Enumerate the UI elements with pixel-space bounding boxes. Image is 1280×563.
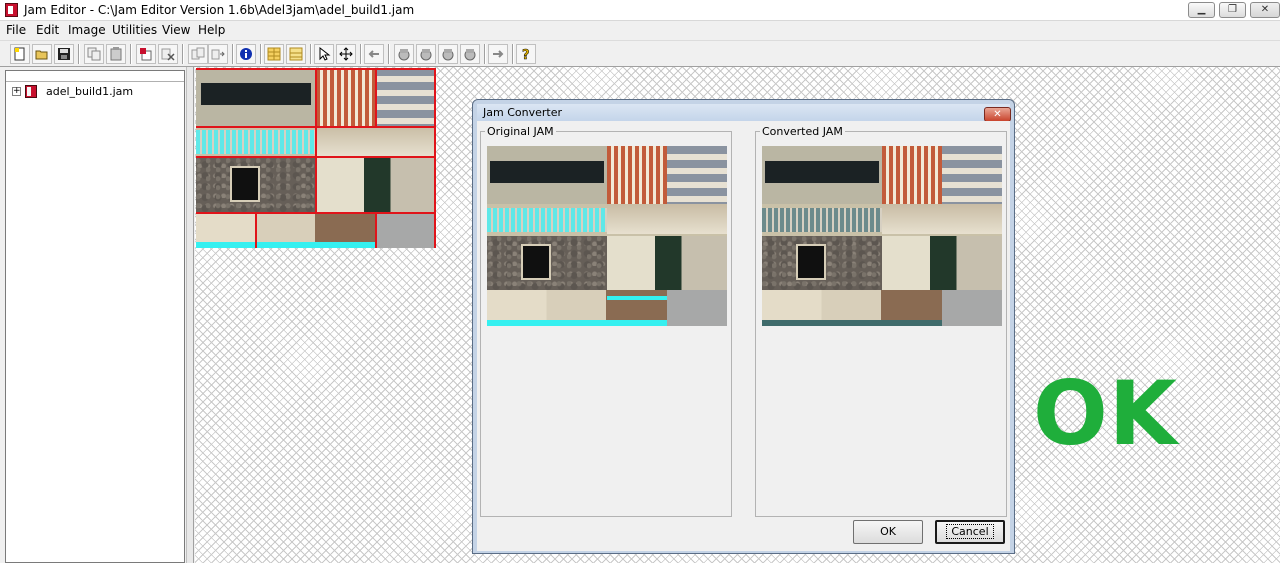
- hand-icon[interactable]: [394, 44, 414, 64]
- cancel-button[interactable]: Cancel: [935, 520, 1005, 544]
- atlas-tile-windows: [196, 68, 316, 126]
- converted-jam-preview: [762, 146, 1002, 326]
- original-jam-label: Original JAM: [485, 125, 556, 138]
- app-icon: [5, 3, 18, 17]
- menu-file[interactable]: File: [6, 23, 26, 37]
- paste-icon[interactable]: [106, 44, 126, 64]
- toolbar-separator: [310, 44, 312, 64]
- menu-view[interactable]: View: [162, 23, 190, 37]
- minimize-button[interactable]: ▁: [1188, 2, 1215, 18]
- original-jam-group: Original JAM: [480, 125, 732, 517]
- ok-stamp-overlay: OK: [1033, 362, 1178, 465]
- save-icon[interactable]: [54, 44, 74, 64]
- restore-button[interactable]: ❐: [1219, 2, 1246, 18]
- toolbar-separator: [232, 44, 234, 64]
- atlas-tile-garden: [316, 158, 436, 212]
- hand4-icon[interactable]: [460, 44, 480, 64]
- tree-item-adel-build1[interactable]: adel_build1.jam: [46, 85, 133, 98]
- texture-atlas-canvas[interactable]: [196, 68, 436, 248]
- file-tree-panel: + adel_build1.jam: [5, 70, 185, 563]
- new-file-icon[interactable]: [10, 44, 30, 64]
- toolbar-separator: [260, 44, 262, 64]
- toolbar-separator: [182, 44, 184, 64]
- window-title: Jam Editor - C:\Jam Editor Version 1.6b\…: [24, 3, 415, 17]
- atlas-tile-door: [376, 212, 436, 248]
- hand2-icon[interactable]: [416, 44, 436, 64]
- atlas-tile-stone-wall: [196, 158, 316, 212]
- dialog-title: Jam Converter: [483, 106, 562, 119]
- ok-button[interactable]: OK: [853, 520, 923, 544]
- original-jam-preview: [487, 146, 727, 326]
- jam-converter-dialog: Jam Converter ✕ Original JAM Converted J: [472, 99, 1015, 554]
- help-icon[interactable]: ?: [516, 44, 536, 64]
- dialog-close-button[interactable]: ✕: [984, 107, 1011, 122]
- copy-icon[interactable]: [84, 44, 104, 64]
- svg-text:?: ?: [522, 48, 530, 61]
- converted-jam-label: Converted JAM: [760, 125, 845, 138]
- tree-header-line: [6, 81, 184, 82]
- grid-alt-icon[interactable]: [286, 44, 306, 64]
- duplicate-icon[interactable]: [188, 44, 208, 64]
- toolbar-separator: [130, 44, 132, 64]
- toolbar-separator: [360, 44, 362, 64]
- menu-image[interactable]: Image: [68, 23, 106, 37]
- move-cross-icon[interactable]: [336, 44, 356, 64]
- move-icon[interactable]: [208, 44, 228, 64]
- open-file-icon[interactable]: [32, 44, 52, 64]
- toolbar-separator: [512, 44, 514, 64]
- atlas-tile-awning: [316, 68, 376, 126]
- arrow-left-icon[interactable]: [364, 44, 384, 64]
- toolbar-separator: [78, 44, 80, 64]
- atlas-tile-balustrade: [196, 130, 316, 154]
- menu-help[interactable]: Help: [198, 23, 225, 37]
- tree-expand-toggle[interactable]: +: [12, 87, 21, 96]
- import-icon[interactable]: [136, 44, 156, 64]
- arrow-right-icon[interactable]: [488, 44, 508, 64]
- close-button[interactable]: ✕: [1250, 2, 1280, 18]
- title-bar: Jam Editor - C:\Jam Editor Version 1.6b\…: [0, 0, 1280, 21]
- info-icon[interactable]: [236, 44, 256, 64]
- pointer-icon[interactable]: [314, 44, 334, 64]
- grid-icon[interactable]: [264, 44, 284, 64]
- hand3-icon[interactable]: [438, 44, 458, 64]
- dialog-body: Original JAM Converted JAM OK Cancel: [477, 121, 1010, 551]
- cancel-button-label: Cancel: [946, 524, 994, 539]
- jam-file-icon: [25, 85, 37, 98]
- toolbar: ?: [0, 40, 1280, 67]
- atlas-tile-cyan-strip: [196, 242, 376, 248]
- menu-bar: File Edit Image Utilities View Help: [0, 21, 1280, 39]
- menu-utilities[interactable]: Utilities: [112, 23, 157, 37]
- menu-edit[interactable]: Edit: [36, 23, 59, 37]
- dialog-title-bar: Jam Converter ✕: [477, 104, 1011, 122]
- atlas-tile-shutters: [376, 68, 436, 126]
- toolbar-separator: [484, 44, 486, 64]
- atlas-tile-lower-facade: [196, 212, 376, 242]
- toolbar-separator: [388, 44, 390, 64]
- panel-splitter[interactable]: [186, 67, 194, 563]
- converted-jam-group: Converted JAM: [755, 125, 1007, 517]
- atlas-tile-balcony: [316, 126, 436, 156]
- delete-icon[interactable]: [158, 44, 178, 64]
